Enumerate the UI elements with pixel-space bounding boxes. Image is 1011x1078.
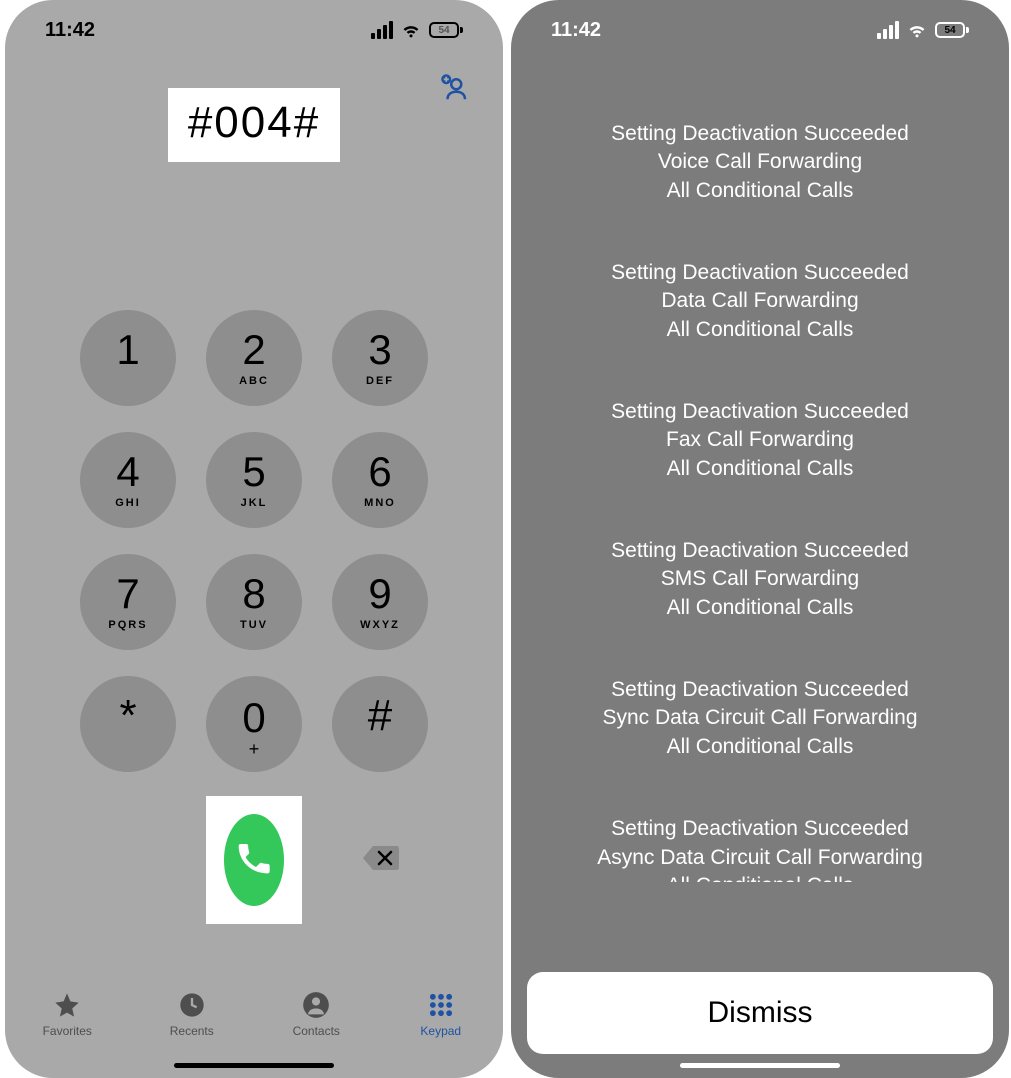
tab-label: Favorites (43, 1024, 92, 1038)
keypad-key-0[interactable]: 0+ (206, 676, 302, 772)
message-line: All Conditional Calls (551, 872, 969, 882)
keypad-key-1[interactable]: 1 (80, 310, 176, 406)
message-line: SMS Call Forwarding (551, 565, 969, 593)
ussd-message-list: Setting Deactivation Succeeded Voice Cal… (511, 60, 1009, 1078)
message-line: Setting Deactivation Succeeded (551, 398, 969, 426)
tab-label: Keypad (420, 1024, 461, 1038)
status-indicators: 54 (877, 19, 969, 42)
message-line: Fax Call Forwarding (551, 426, 969, 454)
call-button[interactable] (224, 814, 284, 906)
message-line: Data Call Forwarding (551, 287, 969, 315)
keypad-key-hash[interactable]: # (332, 676, 428, 772)
cellular-signal-icon (371, 21, 393, 39)
keypad-key-5[interactable]: 5JKL (206, 432, 302, 528)
keypad-key-2[interactable]: 2ABC (206, 310, 302, 406)
call-button-highlight (206, 796, 302, 924)
keypad-dots-icon (426, 990, 456, 1020)
battery-icon: 54 (429, 22, 463, 38)
phone-icon (234, 838, 274, 883)
keypad-key-3[interactable]: 3DEF (332, 310, 428, 406)
tab-contacts[interactable]: Contacts (271, 990, 361, 1038)
home-indicator[interactable] (680, 1063, 840, 1068)
ussd-result-screen: 11:42 54 Setting Deactivation Succeeded … (511, 0, 1009, 1078)
dismiss-button[interactable]: Dismiss (527, 972, 993, 1054)
status-bar: 11:42 54 (5, 0, 503, 60)
star-icon (52, 990, 82, 1020)
status-indicators: 54 (371, 19, 463, 42)
message-line: All Conditional Calls (551, 177, 969, 205)
keypad-key-4[interactable]: 4GHI (80, 432, 176, 528)
backspace-button[interactable] (332, 844, 428, 877)
ussd-message: Setting Deactivation Succeeded Data Call… (551, 259, 969, 344)
person-icon (301, 990, 331, 1020)
tab-label: Recents (170, 1024, 214, 1038)
message-line: All Conditional Calls (551, 594, 969, 622)
keypad-key-9[interactable]: 9WXYZ (332, 554, 428, 650)
ussd-message: Setting Deactivation Succeeded Sync Data… (551, 676, 969, 761)
message-line: Sync Data Circuit Call Forwarding (551, 704, 969, 732)
tab-label: Contacts (293, 1024, 340, 1038)
ussd-message: Setting Deactivation Succeeded Voice Cal… (551, 120, 969, 205)
clock-icon (177, 990, 207, 1020)
keypad: 1 2ABC 3DEF 4GHI 5JKL 6MNO 7PQRS 8TUV 9W… (5, 310, 503, 772)
tab-recents[interactable]: Recents (147, 990, 237, 1038)
add-contact-button[interactable] (437, 70, 473, 106)
tab-keypad[interactable]: Keypad (396, 990, 486, 1038)
backspace-icon (361, 844, 399, 877)
message-line: All Conditional Calls (551, 316, 969, 344)
keypad-key-7[interactable]: 7PQRS (80, 554, 176, 650)
status-bar: 11:42 54 (511, 0, 1009, 60)
message-line: Setting Deactivation Succeeded (551, 537, 969, 565)
ussd-message: Setting Deactivation Succeeded Async Dat… (551, 815, 969, 882)
number-display-area: #004# (5, 60, 503, 190)
battery-icon: 54 (935, 22, 969, 38)
phone-dialer-screen: 11:42 54 #004# 1 2ABC 3DEF 4GHI 5JKL (5, 0, 503, 1078)
keypad-key-6[interactable]: 6MNO (332, 432, 428, 528)
status-time: 11:42 (551, 19, 601, 42)
wifi-icon (907, 19, 927, 42)
cellular-signal-icon (877, 21, 899, 39)
wifi-icon (401, 19, 421, 42)
ussd-message: Setting Deactivation Succeeded Fax Call … (551, 398, 969, 483)
message-line: Setting Deactivation Succeeded (551, 120, 969, 148)
keypad-key-8[interactable]: 8TUV (206, 554, 302, 650)
home-indicator[interactable] (174, 1063, 334, 1068)
message-line: Setting Deactivation Succeeded (551, 815, 969, 843)
dialed-number: #004# (168, 88, 340, 162)
keypad-key-star[interactable]: * (80, 676, 176, 772)
message-line: Async Data Circuit Call Forwarding (551, 844, 969, 872)
message-line: Setting Deactivation Succeeded (551, 676, 969, 704)
tab-favorites[interactable]: Favorites (22, 990, 112, 1038)
message-line: All Conditional Calls (551, 455, 969, 483)
status-time: 11:42 (45, 19, 95, 42)
ussd-message: Setting Deactivation Succeeded SMS Call … (551, 537, 969, 622)
message-line: Setting Deactivation Succeeded (551, 259, 969, 287)
message-line: Voice Call Forwarding (551, 148, 969, 176)
message-line: All Conditional Calls (551, 733, 969, 761)
